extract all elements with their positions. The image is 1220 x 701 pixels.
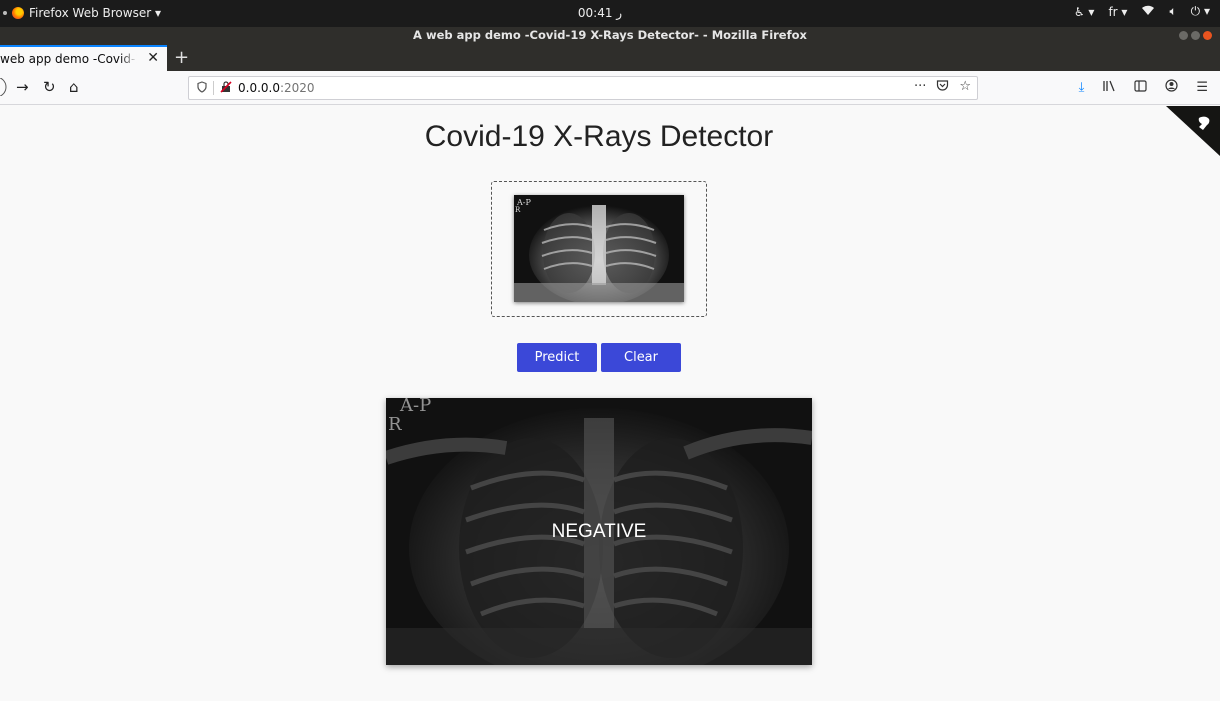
sidebar-icon[interactable] [1134,79,1147,96]
nav-toolbar: → ↻ ⌂ 0.0.0.0:2020 ··· ☆ ⤓ ☰ [0,71,1220,105]
thumb-marker-side: R [515,206,521,214]
url-actions: ··· ☆ [914,79,971,96]
language-indicator[interactable]: fr ▾ [1108,5,1127,19]
clock[interactable]: 00:41 ر [560,6,640,20]
tab-label: web app demo -Covid-19 X [0,52,137,66]
insecure-lock-icon[interactable] [220,80,232,96]
pocket-icon[interactable] [936,79,949,96]
xray-marker-side: R [388,414,402,435]
home-icon[interactable]: ⌂ [69,78,79,96]
window-title: A web app demo -Covid-19 X-Rays Detector… [413,28,807,42]
clear-button[interactable]: Clear [601,343,681,372]
star-icon[interactable]: ☆ [959,79,971,96]
download-icon[interactable]: ⤓ [1079,80,1085,95]
system-tray[interactable]: ♿ ▾ fr ▾ 🔈︎ ⏻ ▾ [1074,4,1210,19]
forward-icon[interactable]: → [16,78,29,96]
xray-marker-top: A-P [400,398,432,416]
url-separator [213,81,214,95]
tab-active[interactable]: web app demo -Covid-19 X ✕ [0,45,167,71]
minimize-button[interactable] [1179,31,1188,40]
close-icon[interactable]: ✕ [147,50,159,66]
result-panel: A-P R NEGATIVE [386,398,812,665]
maximize-button[interactable] [1191,31,1200,40]
url-host: 0.0.0.0 [238,81,280,95]
library-icon[interactable] [1102,80,1116,96]
window-titlebar[interactable]: A web app demo -Covid-19 X-Rays Detector… [0,27,1220,45]
reload-icon[interactable]: ↻ [43,78,56,96]
window-close-button[interactable] [1203,31,1212,40]
accessibility-icon[interactable]: ♿ ▾ [1074,5,1095,19]
url-port: :2020 [279,81,315,95]
prediction-result: NEGATIVE [551,521,647,542]
toolbar-right: ⤓ ☰ [1079,79,1208,96]
activities-dot [3,11,7,15]
shield-icon[interactable] [197,80,207,96]
power-icon[interactable]: ⏻ ▾ [1191,4,1210,19]
window-controls[interactable] [1179,31,1212,40]
predict-button[interactable]: Predict [517,343,597,372]
image-dropzone[interactable]: A-P R [491,181,707,317]
tab-strip: web app demo -Covid-19 X ✕ + [0,45,1220,71]
system-top-panel: Firefox Web Browser ▾ 00:41 ر ♿ ▾ fr ▾ 🔈… [0,0,1220,27]
plus-icon[interactable]: + [174,47,189,68]
volume-icon[interactable]: 🔈︎ [1169,4,1176,19]
app-menu[interactable]: Firefox Web Browser ▾ [3,6,161,20]
page-title: Covid-19 X-Rays Detector [424,120,774,153]
more-icon[interactable]: ··· [914,79,926,96]
account-icon[interactable] [1165,79,1178,96]
menu-icon[interactable]: ☰ [1196,80,1208,95]
app-menu-label: Firefox Web Browser ▾ [29,6,161,20]
firefox-icon [12,7,24,19]
wifi-icon[interactable] [1141,4,1155,19]
back-icon[interactable] [0,77,8,100]
uploaded-xray-thumbnail: A-P R [514,195,684,302]
page-viewport: Covid-19 X-Rays Detector A-P R Predict C… [0,106,1220,701]
url-bar[interactable]: 0.0.0.0:2020 ··· ☆ [188,76,978,100]
